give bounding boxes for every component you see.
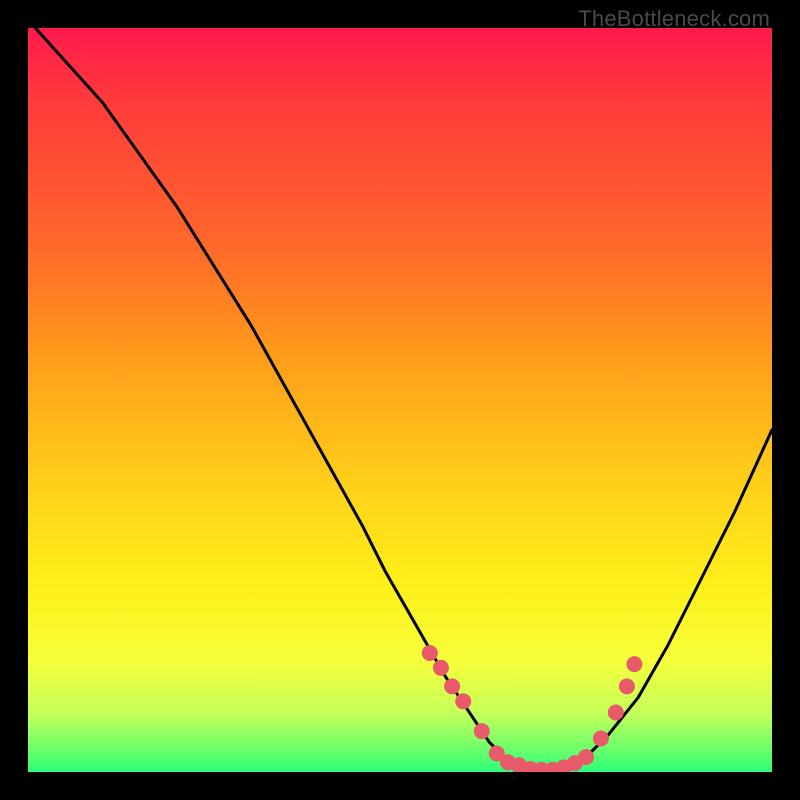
marker-dot xyxy=(626,656,642,672)
marker-dot xyxy=(474,723,490,739)
watermark-text: TheBottleneck.com xyxy=(578,6,770,32)
marker-dot xyxy=(455,693,471,709)
marker-dot xyxy=(608,705,624,721)
marker-dot xyxy=(578,749,594,765)
plot-area xyxy=(28,28,772,772)
curve-layer xyxy=(28,28,772,772)
bottleneck-curve xyxy=(35,28,772,768)
marker-dot xyxy=(433,660,449,676)
chart-frame: TheBottleneck.com xyxy=(0,0,800,800)
marker-dot xyxy=(619,678,635,694)
marker-dot xyxy=(593,731,609,747)
marker-dot xyxy=(422,645,438,661)
marker-dot xyxy=(444,678,460,694)
